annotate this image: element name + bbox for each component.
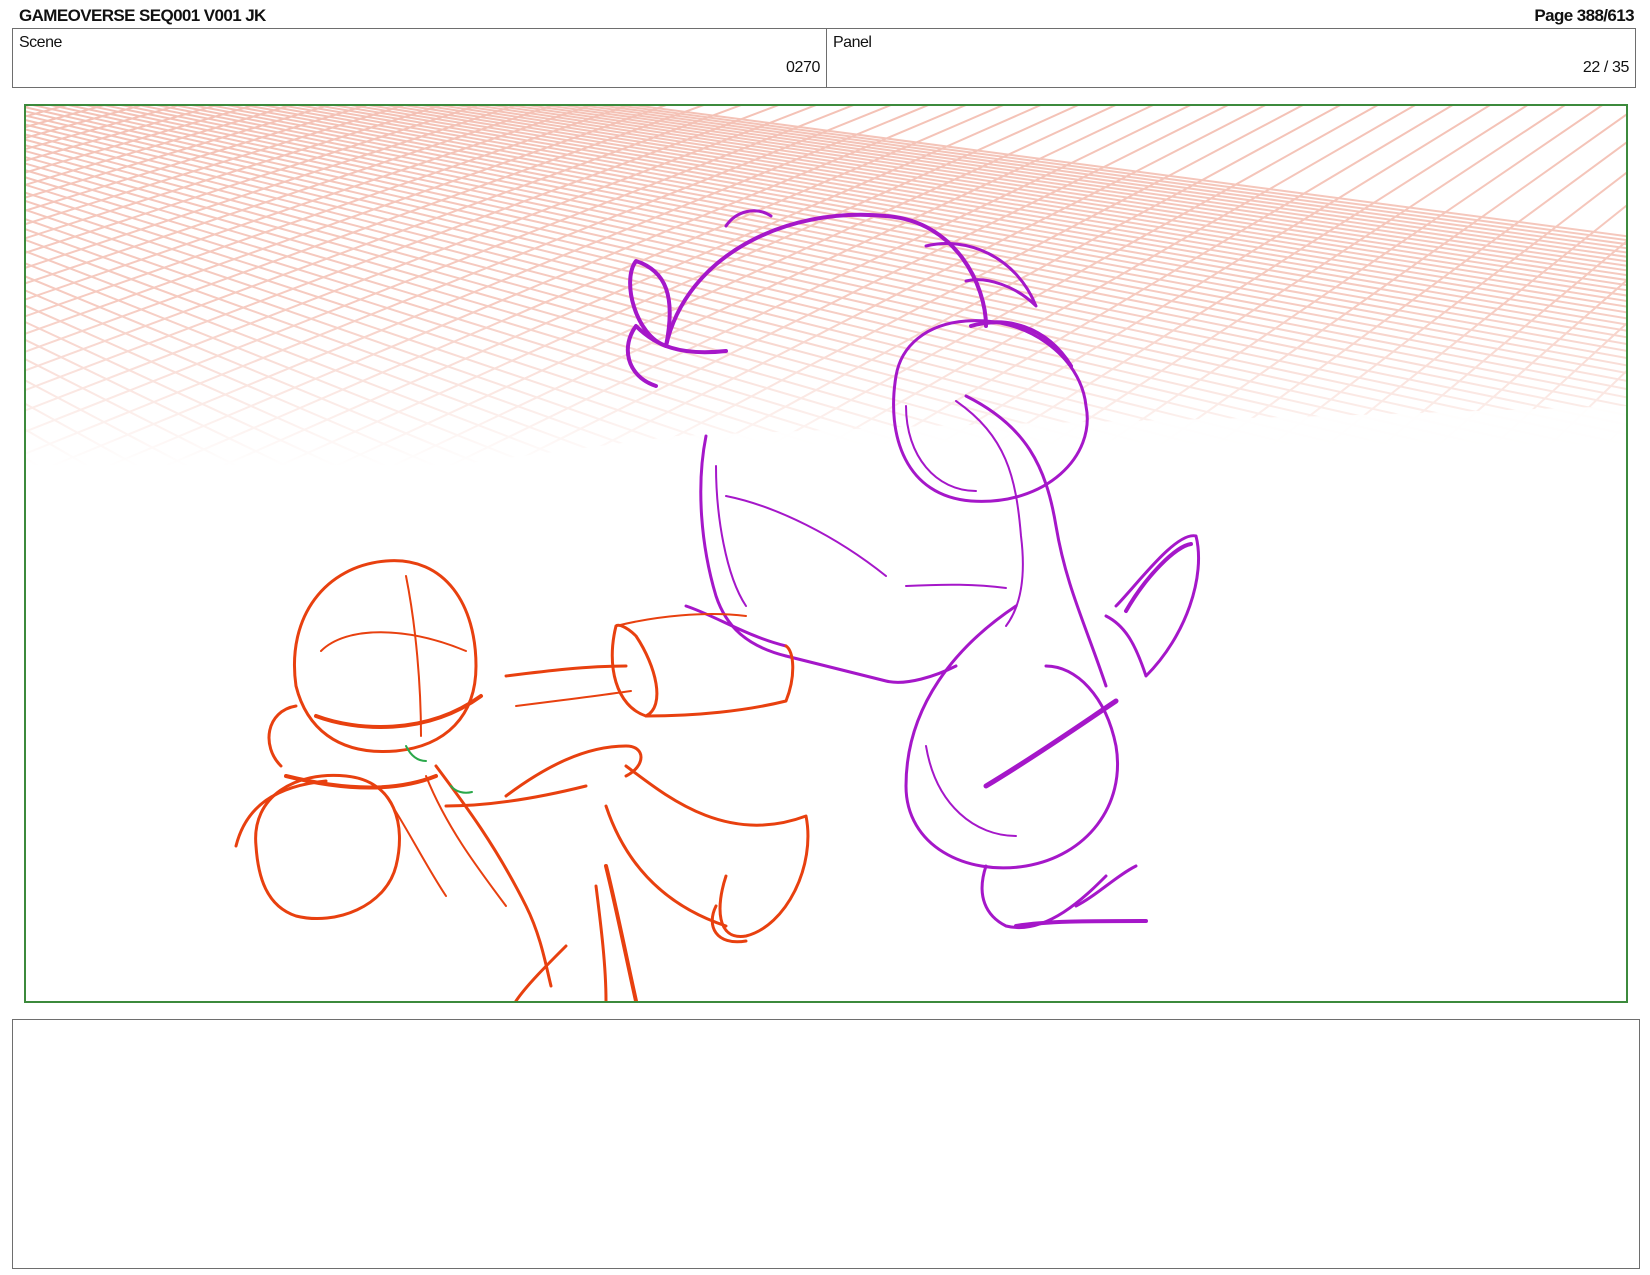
scene-label: Scene xyxy=(19,34,62,51)
storyboard-frame xyxy=(24,104,1628,1003)
panel-value: 22 / 35 xyxy=(1582,59,1630,76)
panel-label: Panel xyxy=(833,34,872,51)
doc-title: GAMEOVERSE SEQ001 V001 JK xyxy=(19,6,266,25)
panel-cell: Panel 22 / 35 xyxy=(827,29,1635,87)
scene-cell: Scene 0270 xyxy=(13,29,827,87)
info-bar: Scene 0270 Panel 22 / 35 xyxy=(12,28,1636,88)
scene-value: 0270 xyxy=(786,59,820,76)
grid-fade xyxy=(26,106,1626,466)
notes-box xyxy=(12,1019,1640,1269)
sketch-drawing xyxy=(26,106,1626,1001)
page-number: Page 388/613 xyxy=(1534,6,1634,25)
grid-floor-mask xyxy=(26,466,1626,1001)
